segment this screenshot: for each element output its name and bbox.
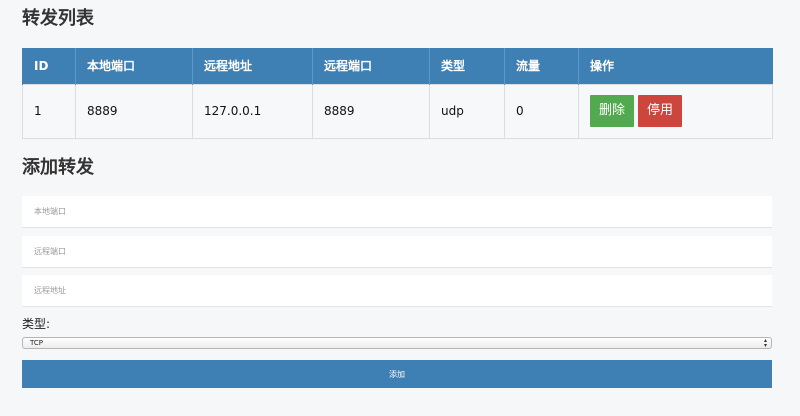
header-remote-port: 远程端口	[312, 48, 430, 84]
header-traffic: 流量	[504, 48, 579, 84]
cell-actions: 删除 停用	[578, 83, 773, 139]
header-remote-addr: 远程地址	[192, 48, 313, 84]
type-select[interactable]: TCP ▴ ▾	[22, 337, 772, 349]
cell-local-port: 8889	[75, 83, 193, 139]
header-id: ID	[22, 48, 76, 84]
forward-table: ID 本地端口 远程地址 远程端口 类型 流量 操作 1 8889 127.0.…	[22, 48, 773, 139]
select-arrows-icon: ▴ ▾	[763, 337, 767, 349]
type-label: 类型:	[22, 317, 51, 331]
header-local-port: 本地端口	[75, 48, 193, 84]
cell-traffic: 0	[504, 83, 579, 139]
add-button[interactable]: 添加	[22, 360, 772, 388]
cell-remote-addr: 127.0.0.1	[192, 83, 313, 139]
disable-button[interactable]: 停用	[638, 95, 683, 127]
header-actions: 操作	[578, 48, 773, 84]
remote-addr-input[interactable]	[22, 275, 772, 307]
remote-port-input[interactable]	[22, 236, 772, 268]
table-row: 1 8889 127.0.0.1 8889 udp 0 删除 停用	[22, 83, 773, 139]
local-port-input[interactable]	[22, 196, 772, 228]
cell-id: 1	[22, 83, 76, 139]
table-header-row: ID 本地端口 远程地址 远程端口 类型 流量 操作	[22, 48, 773, 84]
add-title: 添加转发	[22, 157, 94, 178]
type-select-value: TCP	[30, 339, 43, 347]
delete-button[interactable]: 删除	[590, 95, 635, 127]
list-title: 转发列表	[22, 8, 94, 29]
cell-remote-port: 8889	[312, 83, 430, 139]
cell-type: udp	[429, 83, 505, 139]
header-type: 类型	[429, 48, 505, 84]
